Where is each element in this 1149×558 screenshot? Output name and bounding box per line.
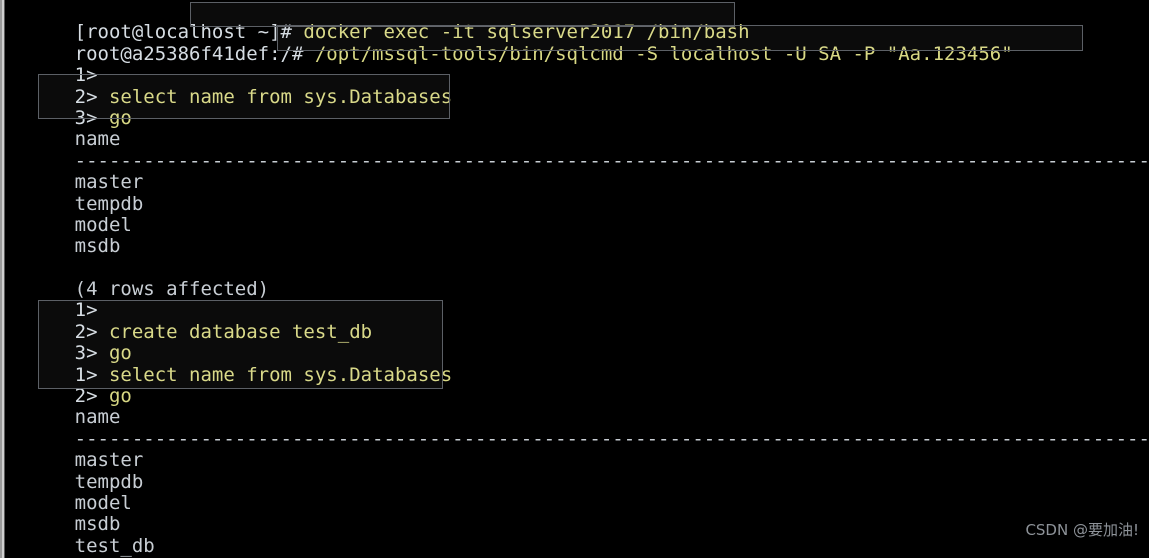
sqlcmd-line-8: 2> go [6, 365, 1149, 406]
sqlcmd-line-3: 3> go [6, 87, 1149, 128]
sqlcmd-line-2: 2> select name from sys.Databases [6, 65, 1149, 107]
sqlcmd-line-1: 1> [6, 44, 1149, 85]
result-row: msdb [6, 215, 1149, 257]
result-header-1: name [6, 108, 1149, 150]
result-separator-2: ----------------------------------------… [6, 407, 1149, 449]
sqlcmd-line-6: 3> go [6, 322, 1149, 364]
result-row: master [6, 151, 1149, 192]
result-row: model [6, 194, 1149, 235]
result-separator-1: ----------------------------------------… [6, 129, 1149, 171]
terminal-window[interactable]: a25386f41defced7f9b621e0fe0dd79a0d94d1f0… [0, 0, 1149, 558]
result-row: tempdb [6, 450, 1149, 492]
result-row: tempdb [6, 172, 1149, 214]
shell-prompt-line-1: [root@localhost ~]# docker exec -it sqls… [6, 1, 1149, 43]
sqlcmd-line-4: 1> [6, 279, 1149, 321]
result-row: test_db [6, 514, 1149, 556]
result-header-2: name [6, 386, 1149, 428]
result-row: msdb [6, 493, 1149, 535]
csdn-watermark: CSDN @要加油! [1025, 521, 1139, 539]
shell-prompt-line-2: root@a25386f41def:/# /opt/mssql-tools/bi… [6, 22, 1149, 64]
result-row: master [6, 429, 1149, 471]
terminal-scrollbar[interactable] [0, 0, 5, 558]
terminal-screen: a25386f41defced7f9b621e0fe0dd79a0d94d1f0… [6, 0, 1149, 558]
rows-affected-1: (4 rows affected) [6, 258, 1149, 299]
sqlcmd-line-7: 1> select name from sys.Databases [6, 343, 1149, 385]
sqlcmd-line-5: 2> create database test_db [6, 300, 1149, 342]
result-row: model [6, 472, 1149, 513]
